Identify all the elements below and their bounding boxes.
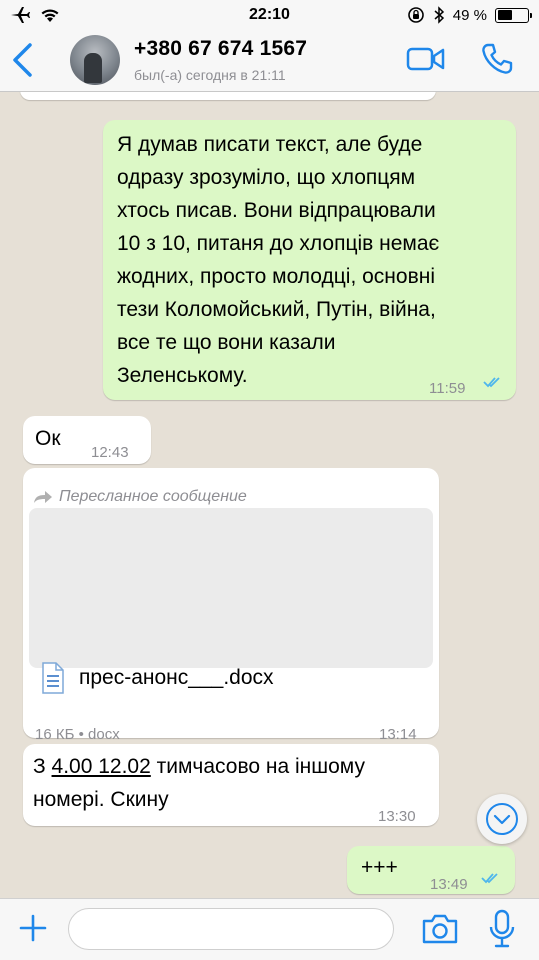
date-link[interactable]: 4.00 12.02	[52, 755, 151, 778]
message-time: 13:30	[378, 808, 416, 825]
video-call-button[interactable]	[406, 44, 446, 74]
message-bubble-incoming[interactable]: З 4.00 12.02 тимчасово на іншому номері.…	[23, 744, 439, 826]
message-time: 12:43	[91, 444, 129, 461]
message-bubble-incoming[interactable]: Ок 12:43	[23, 416, 151, 464]
document-file-icon	[42, 661, 64, 694]
chat-area[interactable]: Я думав писати текст, але буде одразу зр…	[0, 92, 539, 898]
video-call-icon	[406, 47, 445, 71]
message-bubble-outgoing[interactable]: Я думав писати текст, але буде одразу зр…	[103, 120, 516, 400]
message-text-segment: тимчасово на іншому	[150, 755, 365, 778]
message-line: жодних, просто молодці, основні	[117, 265, 435, 288]
document-preview[interactable]: прес-анонс___.docx	[29, 508, 433, 694]
message-line: тези Коломойський, Путін, війна,	[117, 298, 436, 321]
plus-icon	[19, 914, 47, 942]
back-button[interactable]	[10, 42, 36, 78]
microphone-button[interactable]	[488, 909, 516, 949]
message-text: Ок	[35, 427, 61, 450]
message-input-bar	[0, 898, 539, 960]
battery-percent: 49 %	[452, 6, 487, 24]
battery-icon	[495, 7, 532, 23]
message-text: Я думав писати текст, але буде одразу зр…	[117, 128, 439, 392]
message-line: 10 з 10, питаня до хлопців немає	[117, 232, 440, 255]
battery-level	[497, 10, 512, 20]
bluetooth-icon	[434, 6, 444, 24]
message-line: Зеленському.	[117, 364, 248, 387]
message-text: З 4.00 12.02 тимчасово на іншому номері.…	[33, 750, 365, 816]
contact-name[interactable]: +380 67 674 1567	[134, 37, 307, 61]
orientation-lock-icon	[407, 7, 424, 23]
forward-arrow-icon	[34, 490, 52, 503]
status-bar: 22:10 49 %	[0, 0, 539, 30]
message-time: 13:49	[430, 876, 468, 893]
previous-message-bubble[interactable]	[20, 92, 436, 100]
message-input[interactable]	[68, 908, 394, 950]
message-line: З 4.00 12.02 тимчасово на іншому	[33, 750, 365, 783]
status-right: 49 %	[407, 6, 532, 24]
document-file-row[interactable]: прес-анонс___.docx	[41, 661, 274, 694]
back-chevron-icon	[13, 43, 32, 77]
message-text: +++	[361, 856, 398, 879]
chevron-down-icon	[486, 803, 518, 835]
camera-button[interactable]	[421, 912, 459, 946]
attach-button[interactable]	[18, 913, 48, 943]
message-bubble-outgoing[interactable]: +++ 13:49	[347, 846, 515, 894]
camera-icon	[422, 914, 458, 944]
contact-avatar[interactable]	[70, 35, 120, 85]
read-ticks-icon	[483, 377, 500, 388]
read-ticks-icon	[481, 873, 498, 884]
message-line: все те що вони казали	[117, 331, 336, 354]
microphone-icon	[489, 909, 515, 948]
message-text-segment: З	[33, 755, 52, 778]
voice-call-button[interactable]	[480, 42, 514, 76]
document-file-name: прес-анонс___.docx	[79, 666, 274, 689]
scroll-to-bottom-button[interactable]	[477, 794, 527, 844]
message-time: 11:59	[429, 380, 466, 397]
forwarded-document-bubble[interactable]: Пересланное сообщение прес-анонс___.docx…	[23, 468, 439, 743]
contact-last-seen: был(-а) сегодня в 21:11	[134, 67, 286, 83]
chat-header: +380 67 674 1567 был(-а) сегодня в 21:11	[0, 30, 539, 92]
message-line: одразу зрозуміло, що хлопцям	[117, 166, 416, 189]
phone-icon	[482, 43, 513, 74]
message-line: номері. Скину	[33, 788, 169, 811]
message-line: Я думав писати текст, але буде	[117, 133, 423, 156]
message-line: хтось писав. Вони відпрацювали	[117, 199, 436, 222]
